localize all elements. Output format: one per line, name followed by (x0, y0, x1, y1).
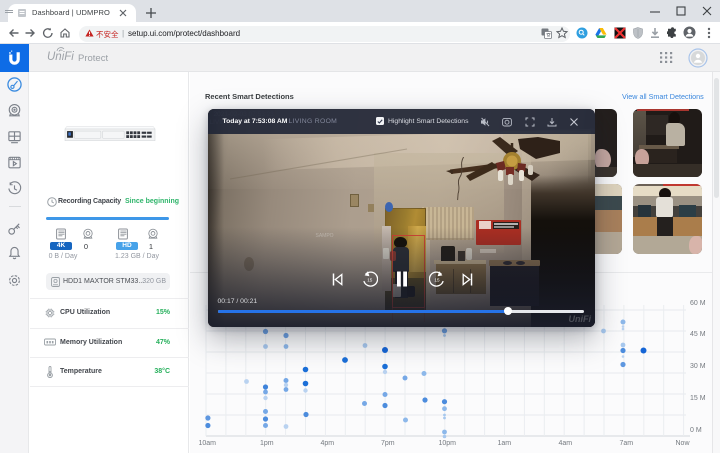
svg-text:15: 15 (434, 277, 440, 282)
svg-text:15: 15 (367, 277, 373, 282)
